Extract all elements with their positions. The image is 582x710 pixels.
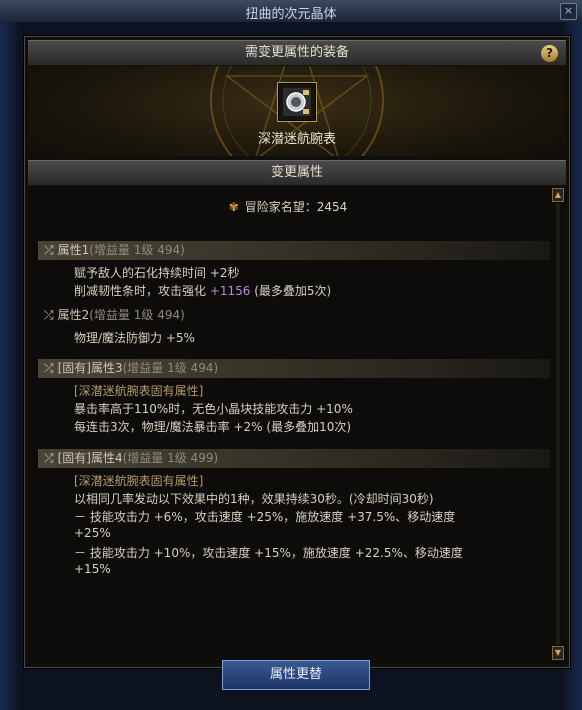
renown-label: 冒险家名望：2454 <box>244 200 348 214</box>
attribute-line: [深潜迷航腕表固有属性] <box>74 384 204 398</box>
attribute-header-2: ⤮ 属性2(增益量 1级 494) <box>38 306 550 325</box>
crest-icon: ✾ <box>228 200 239 214</box>
dialog-window: 需变更属性的装备 ? 深潜迷航腕表 变更属性 ✾ 冒险家名望：2454 ⤮ 属性… <box>0 22 582 710</box>
line-value: +1156 <box>209 284 251 298</box>
attribute-sub: (增益量 1级 499) <box>122 451 219 465</box>
shuffle-icon: ⤮ <box>44 308 54 322</box>
title-bar: 扭曲的次元晶体 × <box>0 0 582 23</box>
change-attribute-button[interactable]: 属性更替 <box>222 660 370 690</box>
window-title: 扭曲的次元晶体 <box>245 7 337 22</box>
attribute-title: [固有]属性4 <box>57 451 123 465</box>
attribute-list[interactable]: ✾ 冒险家名望：2454 ⤮ 属性1(增益量 1级 494) 赋予敌人的石化持续时间… <box>28 186 550 662</box>
item-name: 深潜迷航腕表 <box>257 132 336 147</box>
attribute-header-4: ⤮ [固有]属性4(增益量 1级 499) <box>38 449 550 468</box>
attribute-title: 属性2 <box>57 308 90 322</box>
close-icon[interactable]: × <box>560 3 577 20</box>
attribute-title: 属性1 <box>57 243 90 257</box>
attribute-line: 每连击3次，物理/魔法暴击率 +2% (最多叠加10次) <box>74 420 352 434</box>
dialog-frame: 需变更属性的装备 ? 深潜迷航腕表 变更属性 ✾ 冒险家名望：2454 ⤮ 属性… <box>24 36 570 668</box>
wristwatch-icon <box>283 88 311 116</box>
scroll-up-icon[interactable]: ▲ <box>552 188 564 202</box>
attr-section-header: 变更属性 <box>28 160 566 186</box>
line-suffix: (最多叠加5次) <box>250 284 332 298</box>
attribute-line: +25% <box>74 526 111 540</box>
attribute-panel: 变更属性 ✾ 冒险家名望：2454 ⤮ 属性1(增益量 1级 494) 赋予敌人的石… <box>28 160 566 664</box>
equip-section-title: 需变更属性的装备 <box>244 45 349 60</box>
shuffle-icon: ⤮ <box>44 243 54 257</box>
attribute-line: 削减韧性条时，攻击强化 +1156 (最多叠加5次) <box>74 282 331 299</box>
attr-section-title: 变更属性 <box>270 165 323 180</box>
equipment-panel: 需变更属性的装备 ? 深潜迷航腕表 <box>28 40 566 156</box>
scroll-down-icon[interactable]: ▼ <box>552 646 564 660</box>
help-icon[interactable]: ? <box>541 45 558 62</box>
attribute-line: 暴击率高于110%时，无色小晶块技能攻击力 +10% <box>74 402 353 416</box>
attribute-line: 以相同几率发动以下效果中的1种，效果持续30秒。(冷却时间30秒) <box>74 492 434 506</box>
attribute-title: [固有]属性3 <box>57 361 123 375</box>
attribute-header-1: ⤮ 属性1(增益量 1级 494) <box>38 241 550 260</box>
equipment-slot[interactable] <box>277 82 317 122</box>
attribute-sub: (增益量 1级 494) <box>89 308 185 322</box>
attribute-line: 物理/魔法防御力 +5% <box>74 331 195 345</box>
attribute-line: [深潜迷航腕表固有属性] <box>74 474 204 488</box>
shuffle-icon: ⤮ <box>44 361 54 375</box>
shuffle-icon: ⤮ <box>44 451 54 465</box>
attribute-sub: (增益量 1级 494) <box>89 243 185 257</box>
scroll-track[interactable] <box>556 204 560 644</box>
line-prefix: 削减韧性条时，攻击强化 <box>74 284 210 298</box>
attribute-line: － 技能攻击力 +10%，攻击速度 +15%，施放速度 +22.5%、移动速度 <box>74 546 463 560</box>
equip-section-header: 需变更属性的装备 ? <box>28 40 566 66</box>
attribute-line: 赋予敌人的石化持续时间 +2秒 <box>74 266 240 280</box>
attribute-line: － 技能攻击力 +6%，攻击速度 +25%，施放速度 +37.5%、移动速度 <box>74 510 456 524</box>
attribute-line: +15% <box>74 562 111 576</box>
adventurer-renown: ✾ 冒险家名望：2454 <box>28 198 548 215</box>
attribute-header-3: ⤮ [固有]属性3(增益量 1级 494) <box>38 359 550 378</box>
scrollbar[interactable]: ▲ ▼ <box>552 188 564 660</box>
attribute-sub: (增益量 1级 494) <box>122 361 219 375</box>
